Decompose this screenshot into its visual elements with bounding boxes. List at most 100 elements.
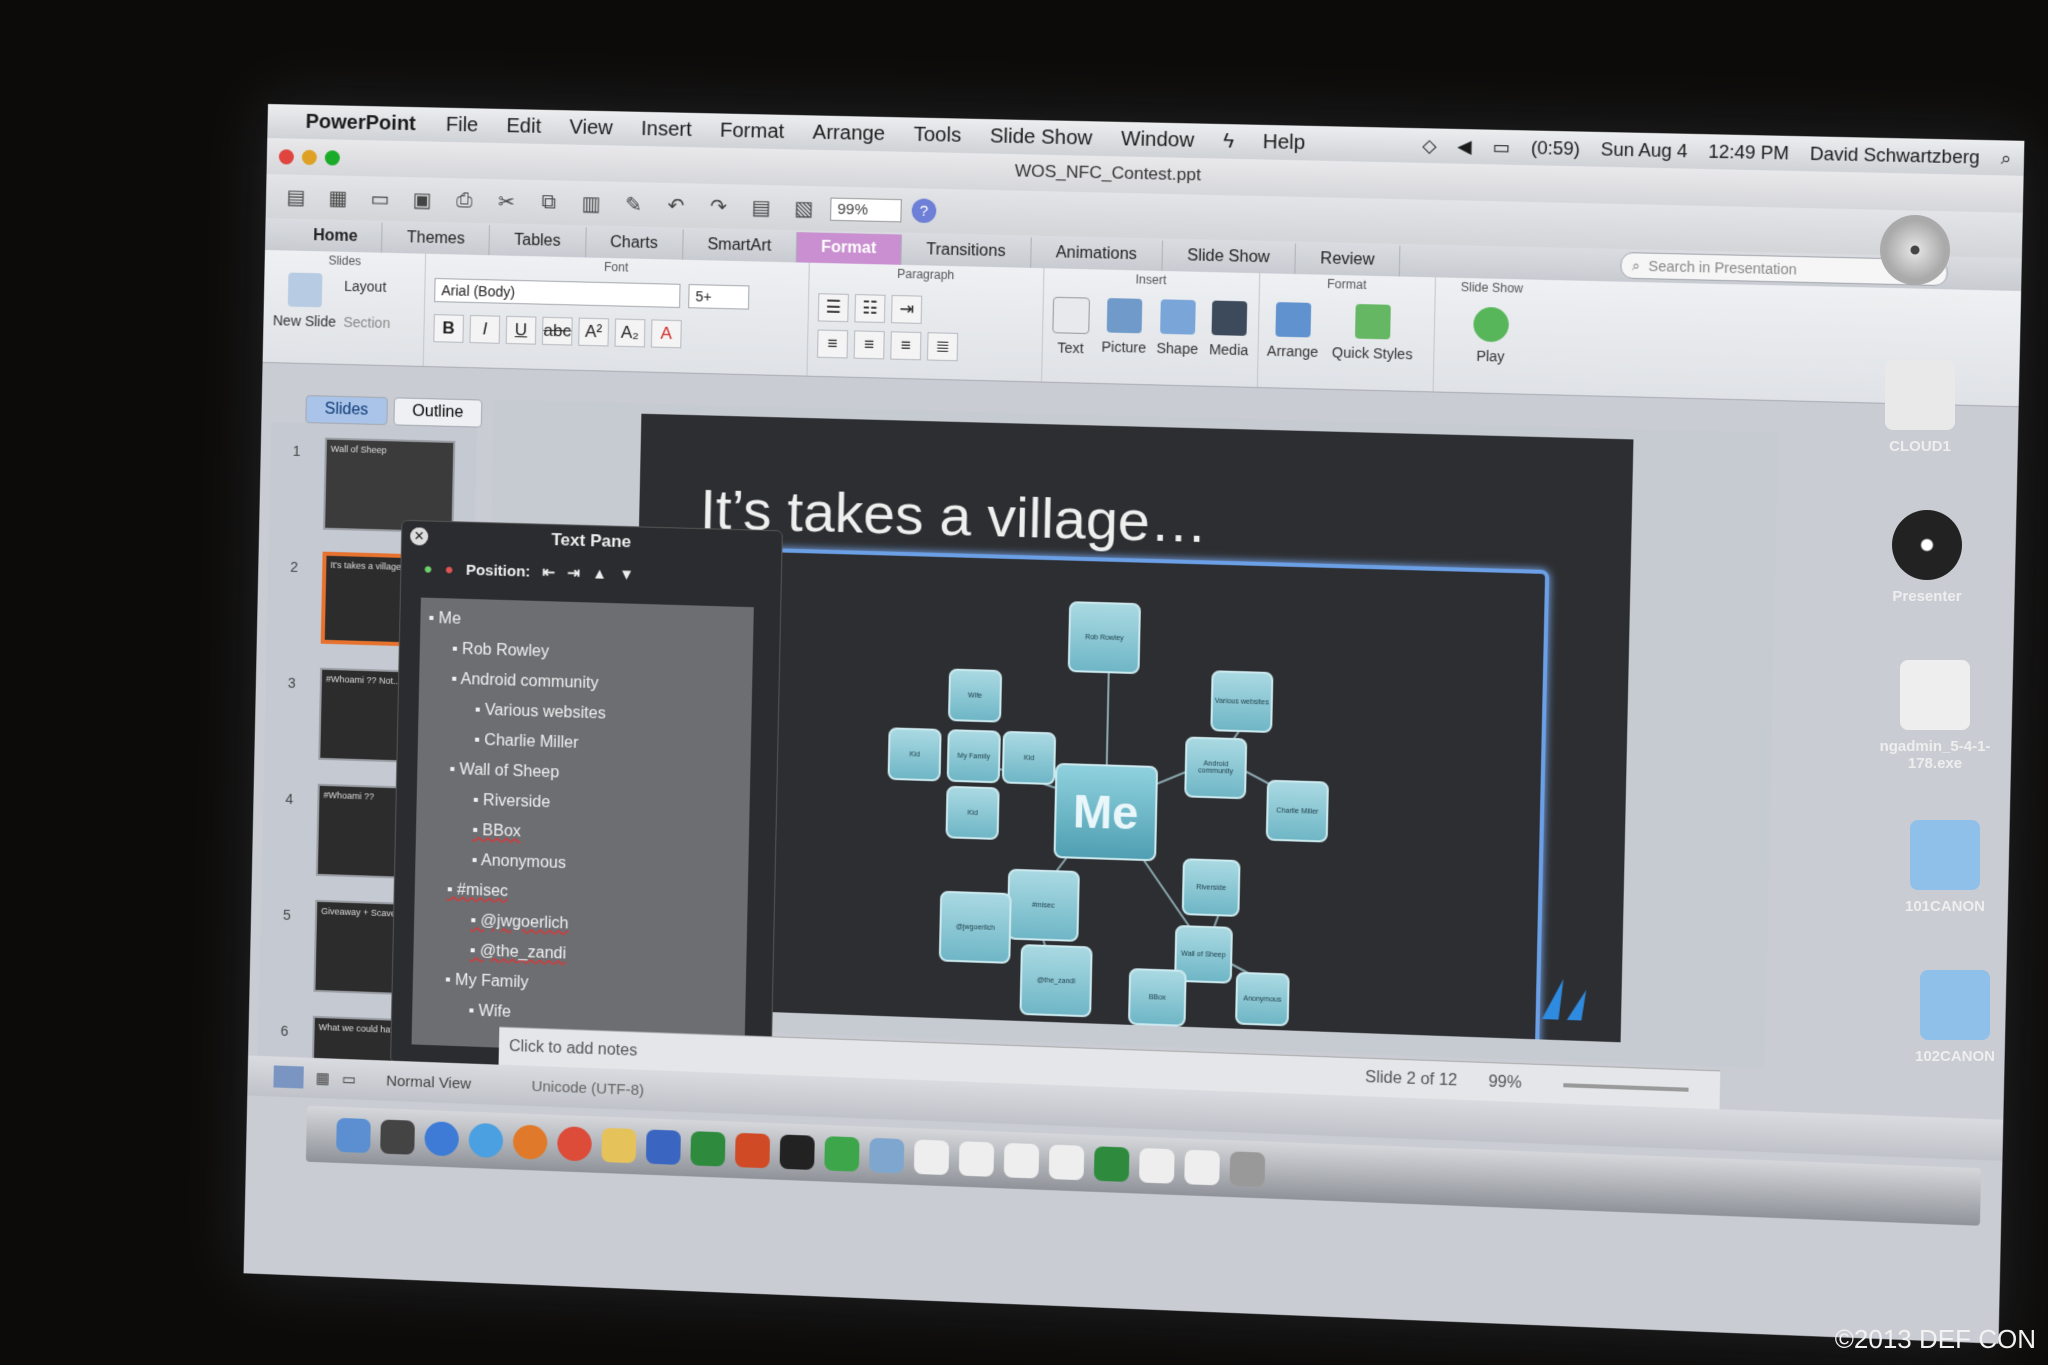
tab-home[interactable]: Home [288, 220, 384, 253]
menu-slide-show[interactable]: Slide Show [990, 125, 1093, 150]
open-icon[interactable]: ▭ [364, 184, 397, 213]
remove-bullet-icon[interactable]: ● [444, 561, 453, 578]
section-button[interactable]: Section [343, 314, 390, 331]
user-menu[interactable]: David Schwartzberg [1810, 143, 1980, 168]
document-icon[interactable] [1138, 1147, 1175, 1184]
quick-styles-button[interactable]: Quick Styles [1326, 303, 1420, 362]
smartart-node[interactable]: Kid [1001, 730, 1057, 786]
smartart-node[interactable]: Charlie Miller [1265, 779, 1329, 843]
zoom-window-button[interactable] [324, 149, 341, 166]
app-icon[interactable] [824, 1136, 860, 1172]
trash-icon[interactable] [1229, 1151, 1266, 1188]
finder-icon[interactable] [336, 1117, 371, 1154]
smartart-node[interactable]: #misec [1006, 868, 1080, 942]
wifi-icon[interactable]: ◇ [1422, 135, 1437, 157]
slideshow-icon[interactable]: ▧ [787, 194, 820, 223]
move-up-icon[interactable]: ▲ [592, 565, 607, 583]
strikethrough-button[interactable]: abc [541, 316, 573, 346]
current-slide[interactable]: It’s takes a village… Me Rob Rowley Andr… [628, 413, 1634, 1043]
bold-button[interactable]: B [433, 314, 465, 343]
cut-icon[interactable]: ✂ [490, 187, 523, 216]
smartart-node[interactable]: Android community [1184, 736, 1248, 800]
clock-date[interactable]: Sun Aug 4 [1601, 139, 1688, 162]
spreadsheet-icon[interactable] [1093, 1146, 1130, 1183]
tab-themes[interactable]: Themes [382, 222, 491, 256]
menu-file[interactable]: File [446, 113, 479, 137]
font-name-field[interactable]: Arial (Body) [434, 277, 681, 308]
menu-format[interactable]: Format [720, 119, 785, 144]
smartart-node[interactable]: Riverside [1181, 858, 1241, 917]
justify-icon[interactable]: ≣ [926, 332, 959, 362]
new-slide-button[interactable]: New Slide [269, 272, 340, 330]
text-pane-list[interactable]: ▪ Me ▪ Rob Rowley ▪ Android community ▪ … [411, 597, 754, 1057]
help-icon[interactable]: ? [911, 198, 937, 224]
slideshow-view-icon[interactable]: ▭ [342, 1070, 357, 1089]
menu-view[interactable]: View [569, 116, 613, 140]
document-icon[interactable] [958, 1141, 995, 1177]
menu-edit[interactable]: Edit [506, 115, 541, 139]
format-painter-icon[interactable]: ✎ [617, 190, 650, 219]
smartart-node[interactable]: Various websites [1210, 670, 1274, 734]
desktop-item[interactable]: 101CANON [1880, 820, 2010, 915]
desktop-item[interactable]: IPEVO Ziggi-HD [1850, 215, 1980, 310]
bullets-icon[interactable]: ☰ [817, 293, 849, 323]
smartart-node[interactable]: Kid [945, 785, 1000, 841]
volume-icon[interactable]: ◀ [1457, 136, 1472, 158]
zoom-field[interactable]: 99% [830, 197, 902, 222]
document-icon[interactable] [1048, 1144, 1085, 1181]
new-icon[interactable]: ▤ [280, 182, 313, 211]
paste-icon[interactable]: ▥ [575, 189, 608, 218]
menu-arrange[interactable]: Arrange [812, 121, 885, 146]
font-size-field[interactable]: 5+ [688, 284, 750, 310]
slide-thumbnail[interactable]: Wall of Sheep [323, 437, 456, 534]
dashboard-icon[interactable] [380, 1119, 415, 1155]
insert-picture-button[interactable]: Picture [1097, 298, 1152, 356]
slide-sorter-icon[interactable]: ▦ [315, 1069, 330, 1088]
tab-transitions[interactable]: Transitions [901, 234, 1032, 268]
normal-view-icon[interactable] [273, 1065, 304, 1089]
excel-icon[interactable] [690, 1131, 726, 1167]
align-right-icon[interactable]: ≡ [890, 331, 922, 361]
smartart-node[interactable]: My Family [946, 729, 1001, 784]
smartart-node[interactable]: @the_zandi [1019, 944, 1093, 1018]
promote-icon[interactable]: ⇤ [542, 563, 555, 581]
terminal-icon[interactable] [779, 1134, 815, 1171]
spotlight-icon[interactable]: ⌕ [2000, 147, 2011, 169]
undo-icon[interactable]: ↶ [660, 191, 693, 220]
document-icon[interactable] [1003, 1142, 1040, 1179]
smartart-node[interactable]: Wife [947, 668, 1003, 723]
demote-icon[interactable]: ⇥ [567, 564, 580, 582]
tab-slide-show[interactable]: Slide Show [1162, 240, 1296, 275]
smartart-node[interactable]: @jwgoerlich [938, 890, 1012, 964]
folder-icon[interactable] [869, 1137, 905, 1174]
print-icon[interactable]: ⎙ [448, 186, 481, 215]
insert-shape-button[interactable]: Shape [1152, 299, 1203, 357]
add-bullet-icon[interactable]: ● [423, 560, 432, 577]
insert-media-button[interactable]: Media [1204, 300, 1255, 358]
tab-animations[interactable]: Animations [1030, 237, 1163, 271]
indent-icon[interactable]: ⇥ [891, 294, 923, 324]
numbering-icon[interactable]: ☷ [854, 294, 886, 324]
script-icon[interactable]: ϟ [1223, 130, 1234, 154]
templates-icon[interactable]: ▦ [322, 183, 355, 212]
menu-insert[interactable]: Insert [641, 117, 692, 141]
tab-slides[interactable]: Slides [305, 395, 388, 426]
desktop-item[interactable]: 102CANON [1890, 970, 2020, 1065]
smartart-node[interactable]: Kid [887, 727, 942, 782]
itunes-icon[interactable] [468, 1122, 504, 1159]
arrange-button[interactable]: Arrange [1262, 302, 1325, 360]
battery-icon[interactable]: ▭ [1492, 136, 1510, 158]
layout-button[interactable]: Layout [344, 278, 386, 295]
firefox-icon[interactable] [512, 1124, 548, 1160]
powerpoint-icon[interactable] [734, 1132, 771, 1169]
smartart-node[interactable]: Rob Rowley [1067, 601, 1142, 675]
redo-icon[interactable]: ↷ [702, 192, 735, 221]
smartart-node[interactable]: Anonymous [1235, 971, 1290, 1027]
align-center-icon[interactable]: ≡ [853, 330, 885, 360]
save-icon[interactable]: ▣ [406, 185, 439, 214]
subscript-button[interactable]: A₂ [614, 318, 646, 348]
tab-smartart[interactable]: SmartArt [682, 229, 798, 263]
tab-tables[interactable]: Tables [489, 225, 587, 258]
clock-time[interactable]: 12:49 PM [1708, 141, 1789, 164]
play-button[interactable]: Play [1464, 306, 1517, 365]
